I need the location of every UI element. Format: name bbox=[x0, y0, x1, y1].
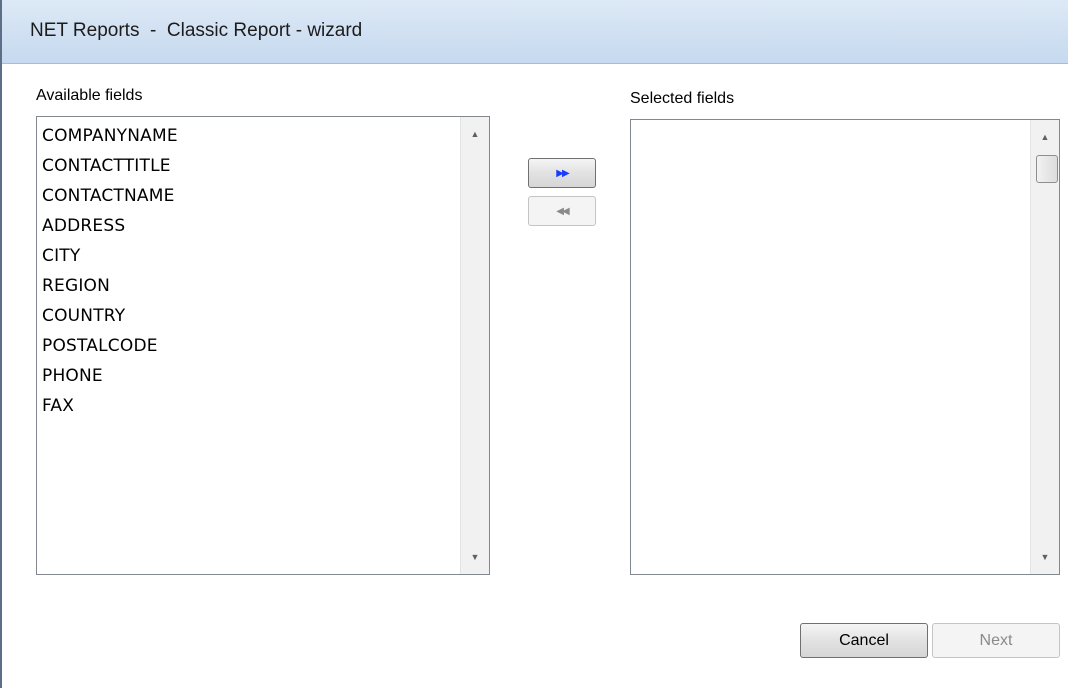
next-button-label: Next bbox=[979, 631, 1013, 649]
list-item[interactable]: POSTALCODE bbox=[42, 331, 178, 361]
wizard-window: NET Reports - Classic Report - wizard Av… bbox=[0, 0, 1068, 688]
next-button[interactable]: Next bbox=[932, 623, 1060, 658]
double-left-arrow-icon: ◀◀ bbox=[556, 205, 569, 217]
double-right-arrow-icon: ▶▶ bbox=[556, 167, 569, 179]
available-fields-items: COMPANYNAME CONTACTTITLE CONTACTNAME ADD… bbox=[42, 121, 178, 421]
remove-all-button[interactable]: ◀◀ bbox=[528, 196, 596, 226]
list-item[interactable]: CONTACTTITLE bbox=[42, 151, 178, 181]
list-item[interactable]: CITY bbox=[42, 241, 178, 271]
scroll-up-arrow-icon[interactable]: ▲ bbox=[1031, 132, 1059, 142]
list-item[interactable]: COUNTRY bbox=[42, 301, 178, 331]
title-bar: NET Reports - Classic Report - wizard bbox=[2, 0, 1068, 64]
list-item[interactable]: PHONE bbox=[42, 361, 178, 391]
scroll-down-arrow-icon[interactable]: ▼ bbox=[1031, 552, 1059, 562]
scroll-down-arrow-icon[interactable]: ▼ bbox=[461, 552, 489, 562]
cancel-button[interactable]: Cancel bbox=[800, 623, 928, 658]
available-vertical-scrollbar[interactable]: ▲ ▼ bbox=[460, 117, 489, 574]
scroll-up-arrow-icon[interactable]: ▲ bbox=[461, 129, 489, 139]
list-item[interactable]: REGION bbox=[42, 271, 178, 301]
list-item[interactable]: COMPANYNAME bbox=[42, 121, 178, 151]
list-item[interactable]: FAX bbox=[42, 391, 178, 421]
window-title: NET Reports - Classic Report - wizard bbox=[30, 20, 363, 41]
list-item[interactable]: ADDRESS bbox=[42, 211, 178, 241]
cancel-button-label: Cancel bbox=[839, 631, 889, 649]
selected-fields-label: Selected fields bbox=[630, 90, 735, 107]
list-item[interactable]: CONTACTNAME bbox=[42, 181, 178, 211]
selected-vertical-scrollbar[interactable]: ▲ ▼ bbox=[1030, 120, 1059, 574]
scroll-thumb[interactable] bbox=[1036, 155, 1058, 183]
add-all-button[interactable]: ▶▶ bbox=[528, 158, 596, 188]
available-fields-listbox[interactable]: COMPANYNAME CONTACTTITLE CONTACTNAME ADD… bbox=[36, 116, 490, 575]
selected-fields-listbox[interactable]: ▲ ▼ bbox=[630, 119, 1060, 575]
available-fields-label: Available fields bbox=[36, 87, 143, 104]
